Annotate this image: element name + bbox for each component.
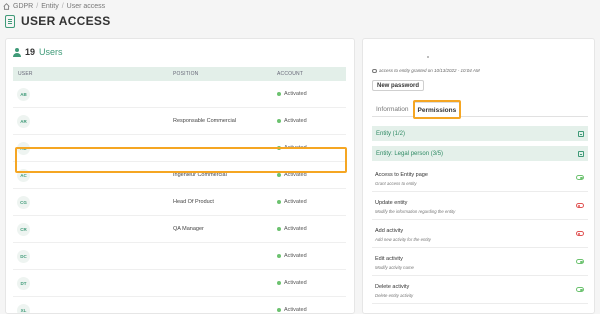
status-badge: Activated bbox=[284, 280, 307, 286]
permission-item: Access to Entity page Grant access to en… bbox=[372, 164, 588, 192]
table-row-selected[interactable]: AR Responsable Commercial Activated bbox=[13, 108, 346, 135]
tab-permissions[interactable]: Permissions bbox=[412, 102, 462, 117]
users-count-label: Users bbox=[39, 47, 63, 57]
breadcrumb-separator: / bbox=[61, 2, 64, 10]
status-badge: Activated bbox=[284, 226, 307, 232]
table-row[interactable]: AD Activated bbox=[13, 135, 346, 162]
breadcrumb-separator: / bbox=[36, 2, 39, 10]
status-dot-icon bbox=[277, 173, 281, 177]
page-title: USER ACCESS bbox=[21, 14, 111, 28]
page-header: USER ACCESS bbox=[5, 13, 111, 29]
breadcrumb-item-user-access: User access bbox=[66, 2, 106, 10]
section-label: Entity: Legal person (3/5) bbox=[376, 150, 444, 157]
avatar: DT bbox=[17, 276, 30, 290]
status-badge: Activated bbox=[284, 199, 307, 205]
section-entity[interactable]: Entity (1/2) bbox=[372, 126, 588, 141]
status-badge: Activated bbox=[284, 172, 307, 178]
permission-description: Modify the information regarding the ent… bbox=[375, 209, 456, 214]
table-header: USER POSITION ACCOUNT bbox=[13, 67, 346, 81]
status-badge: Activated bbox=[284, 118, 307, 124]
tab-information[interactable]: Information bbox=[372, 102, 413, 116]
permission-description: Grant access to entity bbox=[375, 181, 417, 186]
permission-item: Delete activity Delete entity activity bbox=[372, 276, 588, 304]
users-table: USER POSITION ACCOUNT AB Activated AR Re… bbox=[13, 67, 346, 313]
status-dot-icon bbox=[277, 146, 281, 150]
permission-description: Add new activity for the entity bbox=[375, 237, 431, 242]
avatar: AC bbox=[17, 168, 30, 182]
status-dot-icon bbox=[277, 92, 281, 96]
user-position: QA Manager bbox=[173, 226, 204, 232]
permission-toggle[interactable] bbox=[576, 175, 584, 180]
column-header-position[interactable]: POSITION bbox=[173, 71, 277, 77]
breadcrumb-item-entity[interactable]: Entity bbox=[41, 3, 59, 10]
status-dot-icon bbox=[277, 308, 281, 312]
permission-title: Edit activity bbox=[375, 256, 403, 262]
table-row[interactable]: CR QA Manager Activated bbox=[13, 216, 346, 243]
new-password-button[interactable]: New password bbox=[372, 80, 425, 91]
status-dot-icon bbox=[277, 254, 281, 258]
column-header-user[interactable]: USER bbox=[13, 71, 173, 77]
avatar: AD bbox=[17, 141, 30, 155]
user-position: Head Of Product bbox=[173, 199, 214, 205]
table-row[interactable]: DC Activated bbox=[13, 243, 346, 270]
status-badge: Activated bbox=[284, 253, 307, 259]
breadcrumb: GDPR / Entity / User access bbox=[3, 2, 105, 10]
permission-title: Delete activity bbox=[375, 284, 410, 290]
permission-item: Edit activity Modify activity name bbox=[372, 248, 588, 276]
status-dot-icon bbox=[277, 200, 281, 204]
access-granted-info: access to entity granted on 10/13/2022 -… bbox=[372, 68, 480, 73]
permission-title: Add activity bbox=[375, 228, 404, 234]
table-row[interactable]: DT Activated bbox=[13, 270, 346, 297]
section-label: Entity (1/2) bbox=[376, 130, 406, 137]
document-icon bbox=[5, 14, 15, 28]
collapse-icon[interactable] bbox=[578, 150, 584, 157]
table-row[interactable]: AC Ingénieur Commercial Activated bbox=[13, 162, 346, 189]
avatar: CG bbox=[17, 195, 30, 209]
users-count: 19 Users bbox=[13, 47, 63, 57]
status-dot-icon bbox=[277, 281, 281, 285]
user-icon bbox=[13, 47, 21, 57]
status-dot-icon bbox=[277, 227, 281, 231]
access-granted-text: access to entity granted on 10/13/2022 -… bbox=[379, 68, 480, 73]
user-details-panel: access to entity granted on 10/13/2022 -… bbox=[362, 38, 595, 314]
table-row[interactable]: AB Activated bbox=[13, 81, 346, 108]
permission-item: Update entity Modify the information reg… bbox=[372, 192, 588, 220]
home-icon[interactable] bbox=[3, 2, 10, 10]
avatar: AR bbox=[17, 114, 30, 128]
status-badge: Activated bbox=[284, 91, 307, 97]
users-panel: 19 Users USER POSITION ACCOUNT AB Activa… bbox=[5, 38, 355, 314]
permission-toggle[interactable] bbox=[576, 203, 584, 208]
permission-title: Update entity bbox=[375, 200, 408, 206]
section-entity-legal-person[interactable]: Entity: Legal person (3/5) bbox=[372, 146, 588, 161]
user-position: Ingénieur Commercial bbox=[173, 172, 227, 178]
details-tabs: Information Permissions bbox=[372, 102, 588, 117]
users-count-number: 19 bbox=[25, 47, 36, 57]
status-dot-icon bbox=[277, 119, 281, 123]
column-header-account[interactable]: ACCOUNT bbox=[277, 71, 346, 77]
status-badge: Activated bbox=[284, 307, 307, 313]
permission-title: Access to Entity page bbox=[375, 172, 428, 178]
permission-item: Add activity Add new activity for the en… bbox=[372, 220, 588, 248]
permission-toggle[interactable] bbox=[576, 231, 584, 236]
loading-dot bbox=[427, 56, 429, 58]
breadcrumb-item-gdpr[interactable]: GDPR bbox=[13, 3, 33, 10]
link-icon bbox=[372, 68, 377, 73]
user-position: Responsable Commercial bbox=[173, 118, 236, 124]
table-row[interactable]: XL Activated bbox=[13, 297, 346, 313]
status-badge: Activated bbox=[284, 145, 307, 151]
collapse-icon[interactable] bbox=[578, 130, 584, 137]
avatar: XL bbox=[17, 303, 30, 313]
avatar: CR bbox=[17, 222, 30, 236]
permission-description: Delete entity activity bbox=[375, 293, 414, 298]
avatar: AB bbox=[17, 87, 30, 101]
permission-toggle[interactable] bbox=[576, 287, 584, 292]
permission-description: Modify activity name bbox=[375, 265, 414, 270]
permission-toggle[interactable] bbox=[576, 259, 584, 264]
table-row[interactable]: CG Head Of Product Activated bbox=[13, 189, 346, 216]
avatar: DC bbox=[17, 249, 30, 263]
